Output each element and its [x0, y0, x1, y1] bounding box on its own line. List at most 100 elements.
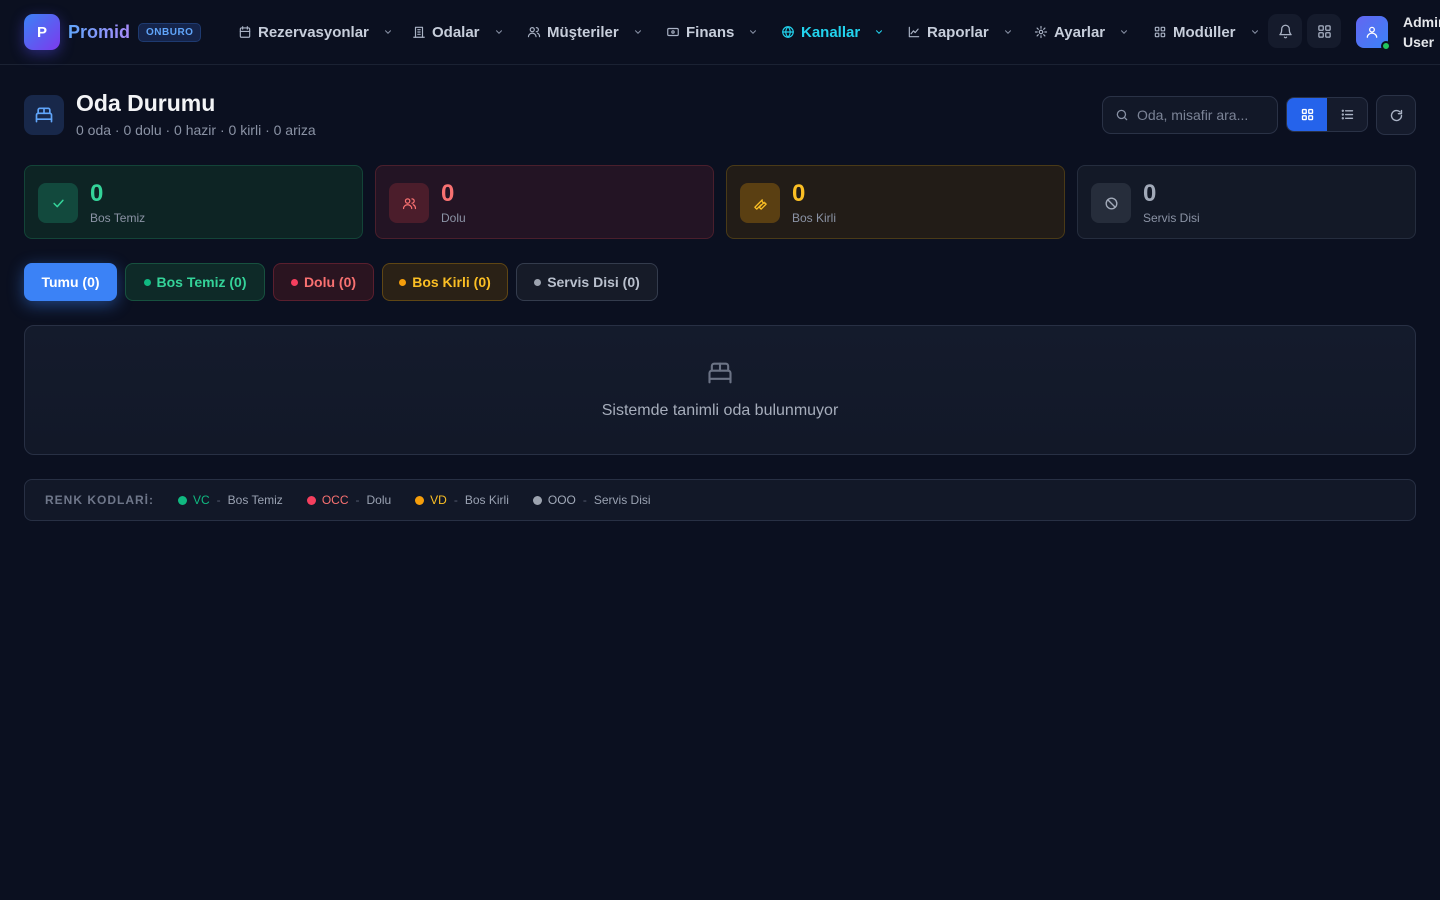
chevron-down-icon: [384, 30, 391, 34]
nav-item-rezervasyonlar[interactable]: Rezervasyonlar: [238, 20, 393, 44]
bell-icon: [1278, 24, 1292, 38]
apps-button[interactable]: [1307, 14, 1341, 48]
legend-dot: [178, 495, 187, 505]
legend-dot: [532, 495, 542, 505]
stat-value: 0: [90, 180, 104, 207]
top-navbar: P Promid ONBURO Rezervasyonlar Odalar Mü…: [0, 0, 1440, 65]
list-view-icon: [1341, 109, 1353, 120]
nav-item-moduller[interactable]: Modüller: [1153, 20, 1260, 44]
user-name-line2: User: [1403, 34, 1435, 50]
filter-chip-dolu[interactable]: Dolu (0): [273, 263, 374, 301]
brand-logo: P: [24, 14, 60, 50]
empty-state-panel: Sistemde tanimli oda bulunmuyor: [24, 325, 1416, 455]
color-legend: RENK KODLARİ: VC - Bos Temiz OCC - Dolu …: [24, 479, 1416, 521]
stat-label: Dolu: [441, 211, 466, 225]
grid-view-icon: [1301, 108, 1313, 121]
stat-card-bos-temiz[interactable]: 0 Bos Temiz: [24, 165, 363, 239]
list-view-button[interactable]: [1327, 98, 1367, 131]
search-input[interactable]: [1137, 107, 1267, 123]
calendar-icon: [239, 26, 251, 38]
status-dot: [143, 278, 151, 286]
filter-label: Servis Disi (0): [547, 274, 640, 290]
chevron-down-icon: [1004, 30, 1011, 34]
filter-chip-bos-temiz[interactable]: Bos Temiz (0): [125, 263, 265, 301]
chevron-down-icon: [1251, 30, 1258, 34]
filter-label: Tumu (0): [41, 274, 100, 290]
stat-card-bos-kirli[interactable]: 0 Bos Kirli: [726, 165, 1065, 239]
stat-card-servis-disi[interactable]: 0 Servis Disi: [1077, 165, 1416, 239]
brand[interactable]: P Promid ONBURO: [24, 14, 202, 50]
legend-title: RENK KODLARİ:: [45, 493, 154, 507]
user-icon: [1366, 26, 1378, 38]
nav-label: Kanallar: [801, 23, 861, 41]
legend-dot: [415, 495, 425, 505]
legend-item-vd: VD - Bos Kirli: [415, 493, 509, 507]
filter-label: Bos Kirli (0): [412, 274, 491, 290]
legend-separator: -: [453, 493, 458, 507]
filter-label: Dolu (0): [303, 274, 357, 290]
user-name[interactable]: Admin User: [1403, 12, 1440, 52]
nav-label: Odalar: [432, 23, 480, 41]
page-subtitle: 0 oda · 0 dolu · 0 hazir · 0 kirli · 0 a…: [76, 122, 316, 138]
legend-dot: [306, 495, 316, 505]
legend-name: Dolu: [366, 493, 392, 507]
legend-code: OCC: [321, 493, 349, 507]
filter-chip-tumu[interactable]: Tumu (0): [24, 263, 117, 301]
legend-name: Bos Kirli: [464, 493, 509, 507]
wallet-icon: [667, 27, 679, 37]
nav-label: Müşteriler: [547, 23, 619, 41]
legend-code: OOO: [547, 493, 576, 507]
nav-label: Ayarlar: [1054, 23, 1106, 41]
apps-grid-icon: [1317, 24, 1331, 38]
brand-name: Promid: [68, 21, 131, 42]
view-toggle: [1286, 97, 1368, 132]
grid-icon: [1154, 26, 1166, 38]
legend-item-occ: OCC - Dolu: [306, 493, 392, 507]
globe-icon: [782, 26, 794, 38]
gear-icon: [1034, 25, 1048, 39]
chevron-down-icon: [495, 30, 502, 34]
filter-chip-servis-disi[interactable]: Servis Disi (0): [516, 263, 658, 301]
check-icon: [38, 183, 78, 223]
status-dot: [534, 278, 542, 286]
nav-item-raporlar[interactable]: Raporlar: [907, 20, 1013, 44]
legend-code: VD: [430, 493, 447, 507]
nav-item-ayarlar[interactable]: Ayarlar: [1034, 20, 1129, 44]
search-box[interactable]: [1102, 96, 1278, 134]
ban-icon: [1091, 183, 1131, 223]
users-icon: [527, 27, 541, 38]
brand-badge: ONBURO: [138, 22, 202, 42]
wrench-icon: [740, 183, 780, 223]
legend-name: Servis Disi: [593, 493, 651, 507]
users-icon: [389, 183, 429, 223]
refresh-button[interactable]: [1376, 95, 1416, 135]
stat-card-dolu[interactable]: 0 Dolu: [375, 165, 714, 239]
user-name-line1: Admin: [1403, 14, 1440, 30]
page-bed-icon: [24, 95, 64, 135]
filter-label: Bos Temiz (0): [156, 274, 247, 290]
notifications-button[interactable]: [1268, 14, 1302, 48]
chevron-down-icon: [750, 30, 757, 34]
filter-chip-bos-kirli[interactable]: Bos Kirli (0): [382, 263, 508, 301]
empty-state-text: Sistemde tanimli oda bulunmuyor: [601, 402, 839, 419]
chart-icon: [908, 26, 920, 38]
status-dot: [399, 278, 407, 286]
stat-label: Bos Kirli: [792, 211, 837, 225]
nav-item-odalar[interactable]: Odalar: [412, 20, 504, 44]
stat-value: 0: [1143, 180, 1157, 207]
user-avatar[interactable]: [1356, 16, 1391, 51]
stat-label: Bos Temiz: [90, 211, 146, 225]
status-dot: [290, 278, 298, 286]
nav-item-musteriler[interactable]: Müşteriler: [527, 20, 643, 44]
building-icon: [413, 26, 425, 38]
stat-value: 0: [441, 180, 455, 207]
nav-label: Rezervasyonlar: [258, 23, 369, 41]
nav-label: Finans: [686, 23, 735, 41]
nav-item-kanallar[interactable]: Kanallar: [781, 20, 884, 44]
legend-item-vc: VC - Bos Temiz: [178, 493, 283, 507]
legend-separator: -: [582, 493, 587, 507]
grid-view-button[interactable]: [1287, 98, 1327, 131]
stat-value: 0: [792, 180, 806, 207]
legend-separator: -: [355, 493, 360, 507]
nav-item-finans[interactable]: Finans: [666, 20, 758, 44]
